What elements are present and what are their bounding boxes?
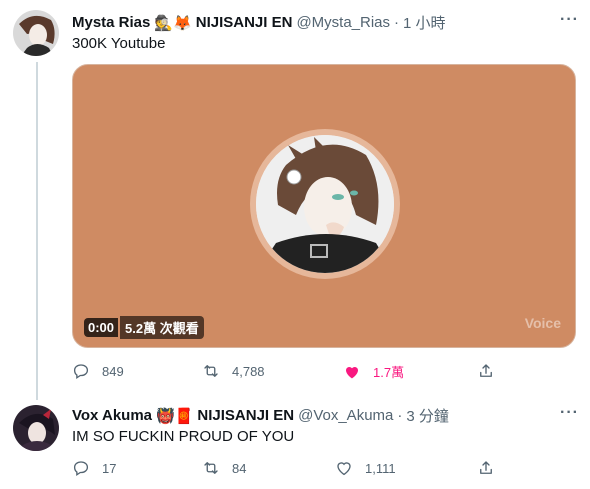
- avatar[interactable]: [13, 10, 59, 56]
- timestamp[interactable]: 1 小時: [403, 12, 446, 33]
- current-time: 0:00: [84, 317, 119, 337]
- tweet-header: Mysta Rias 🕵🦊 NIJISANJI EN @Mysta_Rias ·…: [72, 12, 446, 33]
- affiliation[interactable]: NIJISANJI EN: [196, 14, 293, 31]
- user-handle[interactable]: @Vox_Akuma: [298, 407, 393, 424]
- player-status: 0:00 5.2萬 次觀看: [84, 315, 204, 339]
- name-emoji: 👹🧧: [156, 407, 194, 425]
- tweet-text: IM SO FUCKIN PROUD OF YOU: [72, 428, 295, 445]
- share-icon: [477, 459, 495, 477]
- audio-video-player[interactable]: 0:00 5.2萬 次觀看 Voice: [72, 64, 576, 348]
- name-emoji: 🕵🦊: [154, 14, 192, 32]
- more-icon[interactable]: ···: [560, 405, 579, 421]
- separator-dot: ·: [397, 407, 403, 424]
- share-icon: [477, 362, 495, 380]
- retweet-count: 84: [232, 460, 247, 476]
- display-name[interactable]: Vox Akuma: [72, 407, 152, 424]
- display-name[interactable]: Mysta Rias: [72, 14, 150, 31]
- avatar[interactable]: [13, 405, 59, 451]
- affiliation[interactable]: NIJISANJI EN: [197, 407, 294, 424]
- retweet-button[interactable]: 84: [202, 459, 246, 477]
- retweet-icon: [202, 459, 220, 477]
- tweet-header: Vox Akuma 👹🧧 NIJISANJI EN @Vox_Akuma · 3…: [72, 405, 449, 426]
- reply-count: 17: [102, 460, 117, 476]
- retweet-button[interactable]: 4,788: [202, 362, 265, 380]
- share-button[interactable]: [477, 459, 495, 477]
- user-handle[interactable]: @Mysta_Rias: [296, 14, 390, 31]
- heart-icon: [343, 363, 361, 381]
- view-count: 5.2萬 次觀看: [120, 315, 204, 339]
- media-brand: Voice: [524, 315, 561, 331]
- like-button[interactable]: 1.7萬: [343, 362, 404, 381]
- thread-line: [36, 62, 38, 400]
- timestamp[interactable]: 3 分鐘: [406, 405, 449, 426]
- like-count: 1,111: [365, 460, 396, 476]
- reply-button[interactable]: 17: [72, 459, 116, 477]
- speaker-portrait: [256, 135, 394, 273]
- reply-icon: [72, 459, 90, 477]
- like-button[interactable]: 1,111: [335, 459, 396, 477]
- reply-count: 849: [102, 363, 124, 379]
- reply-icon: [72, 362, 90, 380]
- more-icon[interactable]: ···: [560, 12, 579, 28]
- retweet-count: 4,788: [232, 363, 265, 379]
- retweet-icon: [202, 362, 220, 380]
- like-count: 1.7萬: [373, 365, 405, 380]
- tweet-text: 300K Youtube: [72, 35, 166, 52]
- heart-icon: [335, 459, 353, 477]
- reply-button[interactable]: 849: [72, 362, 124, 380]
- separator-dot: ·: [394, 14, 400, 31]
- share-button[interactable]: [477, 362, 495, 380]
